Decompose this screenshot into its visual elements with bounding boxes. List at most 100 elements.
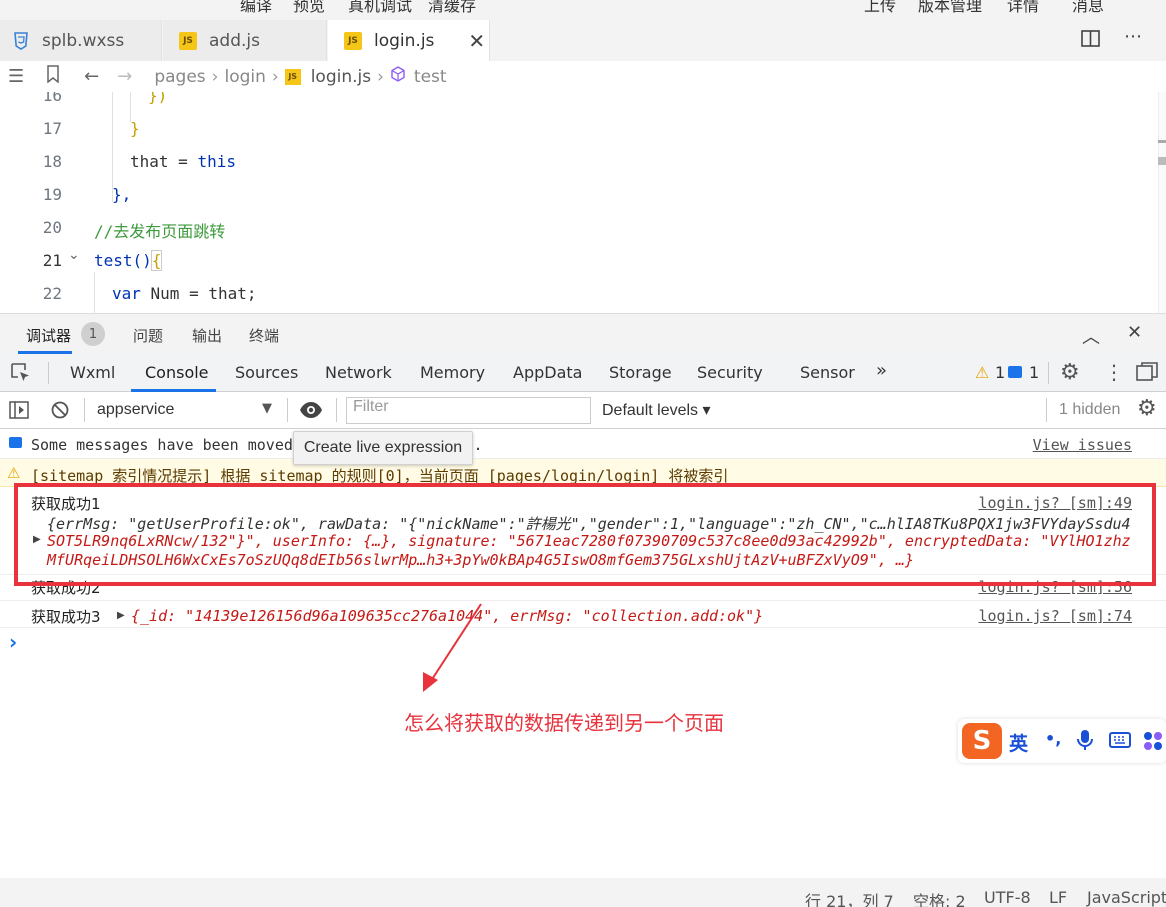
code-comment: //去发布页面跳转: [94, 222, 226, 241]
console-toolbar: appservice ▼ Filter Default levels ▾ 1 h…: [0, 392, 1166, 429]
line-ending[interactable]: LF: [1049, 888, 1067, 907]
console-prompt[interactable]: ›: [9, 630, 17, 654]
editor-tab-bar: splb.wxss JS add.js JS login.js ✕ ⋯: [0, 20, 1166, 61]
tab-sensor[interactable]: Sensor: [800, 363, 855, 382]
tab-label: splb.wxss: [42, 30, 125, 51]
chevron-down-icon[interactable]: ⌄: [68, 247, 80, 263]
code-editor[interactable]: 16 }) 17 } 18 that = this 19 }, 20 //去发布…: [0, 92, 1166, 313]
eye-icon[interactable]: [299, 400, 323, 424]
ime-mode[interactable]: 英: [1009, 729, 1028, 756]
code-line: }): [148, 92, 168, 105]
message-count[interactable]: 1: [1029, 363, 1039, 382]
clear-console-icon[interactable]: [50, 400, 70, 424]
tab-issues[interactable]: 问题: [133, 325, 163, 346]
tab-label: add.js: [209, 30, 260, 51]
cursor-position[interactable]: 行 21，列 7: [805, 888, 894, 907]
dock-side-icon[interactable]: [1136, 362, 1158, 386]
log-levels-dropdown[interactable]: Default levels ▾: [602, 400, 711, 420]
tab-splb-wxss[interactable]: splb.wxss: [0, 20, 162, 61]
source-link[interactable]: login.js? [sm]:74: [978, 607, 1132, 625]
tab-security[interactable]: Security: [697, 363, 763, 382]
close-panel-icon[interactable]: ✕: [1127, 322, 1142, 343]
tab-debugger[interactable]: 调试器: [26, 325, 71, 346]
gear-icon[interactable]: ⚙: [1060, 360, 1080, 385]
line-number: 22: [42, 284, 62, 303]
inspect-element-icon[interactable]: [10, 362, 32, 388]
context-selector[interactable]: appservice: [97, 401, 174, 419]
code-line: },: [112, 185, 132, 204]
tab-login-js[interactable]: JS login.js ✕: [328, 20, 490, 61]
tab-console[interactable]: Console: [145, 363, 209, 382]
apps-grid-icon[interactable]: [1143, 731, 1163, 755]
back-arrow-icon[interactable]: ←: [84, 66, 99, 87]
tab-storage[interactable]: Storage: [609, 363, 672, 382]
tab-add-js[interactable]: JS add.js: [163, 20, 327, 61]
breadcrumb: ☰ ← → pages › login › JS login.js › test: [0, 61, 1166, 92]
keyboard-icon[interactable]: [1109, 732, 1131, 752]
line-number: 21: [42, 251, 62, 270]
close-icon[interactable]: ✕: [468, 29, 485, 53]
chevron-right-icon: ›: [271, 66, 279, 87]
code-line: test(){: [94, 250, 163, 271]
tab-appdata[interactable]: AppData: [513, 363, 582, 382]
chevron-right-icon: ›: [377, 66, 384, 87]
tooltip-text: Create live expression: [303, 439, 463, 456]
method-icon: [390, 66, 406, 87]
list-icon[interactable]: ☰: [8, 66, 24, 87]
expand-triangle-icon[interactable]: ▶: [117, 610, 125, 621]
menu-upload[interactable]: 上传: [864, 0, 896, 16]
more-actions-icon[interactable]: ⋯: [1124, 26, 1142, 47]
sogou-logo-icon[interactable]: S: [962, 723, 1002, 759]
warning-count[interactable]: 1: [995, 363, 1005, 382]
chevron-right-icon: ›: [211, 66, 219, 87]
js-file-icon: JS: [284, 68, 301, 85]
tab-terminal[interactable]: 终端: [249, 325, 279, 346]
code-line: var Num = that;: [112, 284, 257, 303]
split-editor-icon[interactable]: [1081, 30, 1101, 53]
more-tabs-icon[interactable]: »: [876, 360, 887, 381]
code-keyword: this: [197, 152, 236, 171]
tab-network[interactable]: Network: [325, 363, 392, 382]
tab-sources[interactable]: Sources: [235, 363, 298, 382]
menu-real-device-debug[interactable]: 真机调试: [348, 0, 412, 16]
minimap-scrollbar[interactable]: [1158, 92, 1166, 313]
tab-output[interactable]: 输出: [192, 325, 222, 346]
sidebar-toggle-icon[interactable]: [9, 401, 29, 423]
kebab-menu-icon[interactable]: ⋮: [1104, 360, 1124, 384]
breadcrumb-item[interactable]: pages: [154, 67, 205, 87]
menu-version[interactable]: 版本管理: [918, 0, 982, 16]
indentation[interactable]: 空格: 2: [913, 888, 966, 907]
console-settings-gear-icon[interactable]: ⚙: [1137, 396, 1157, 421]
menu-preview[interactable]: 预览: [293, 0, 325, 16]
minimap-marker: [1158, 157, 1166, 165]
encoding[interactable]: UTF-8: [984, 888, 1031, 907]
language-mode[interactable]: JavaScript: [1087, 888, 1166, 907]
filter-input[interactable]: Filter: [346, 397, 591, 424]
hidden-count: 1 hidden: [1059, 401, 1121, 418]
tab-memory[interactable]: Memory: [420, 363, 485, 382]
bookmark-icon[interactable]: [46, 65, 60, 88]
line-number: 20: [42, 218, 62, 237]
code-token: that =: [130, 152, 198, 171]
code-brace: {: [150, 250, 163, 271]
view-issues-link[interactable]: View issues: [1033, 436, 1132, 454]
breadcrumb-item[interactable]: login: [224, 67, 265, 87]
forward-arrow-icon[interactable]: →: [117, 66, 132, 87]
microphone-icon[interactable]: [1077, 729, 1093, 755]
menu-details[interactable]: 详情: [1007, 0, 1039, 16]
menu-compile[interactable]: 编译: [240, 0, 272, 16]
collapse-up-icon[interactable]: ︿: [1082, 323, 1100, 349]
menu-clear-cache[interactable]: 清缓存: [428, 0, 476, 16]
message-icon[interactable]: [1008, 366, 1022, 378]
dropdown-caret-icon[interactable]: ▼: [262, 401, 272, 416]
punctuation-icon[interactable]: •,: [1045, 729, 1061, 748]
menu-messages[interactable]: 消息: [1072, 0, 1104, 16]
warning-icon[interactable]: ⚠: [975, 363, 989, 382]
message-icon: [9, 437, 22, 448]
console-log-row: 获取成功3 ▶ {_id: "14139e126156d96a109635cc2…: [0, 600, 1166, 628]
breadcrumb-item[interactable]: login.js: [311, 67, 371, 87]
annotation-arrow: [423, 603, 482, 692]
code-keyword: var: [112, 284, 141, 303]
breadcrumb-item[interactable]: test: [414, 67, 447, 87]
tab-wxml[interactable]: Wxml: [70, 363, 115, 382]
